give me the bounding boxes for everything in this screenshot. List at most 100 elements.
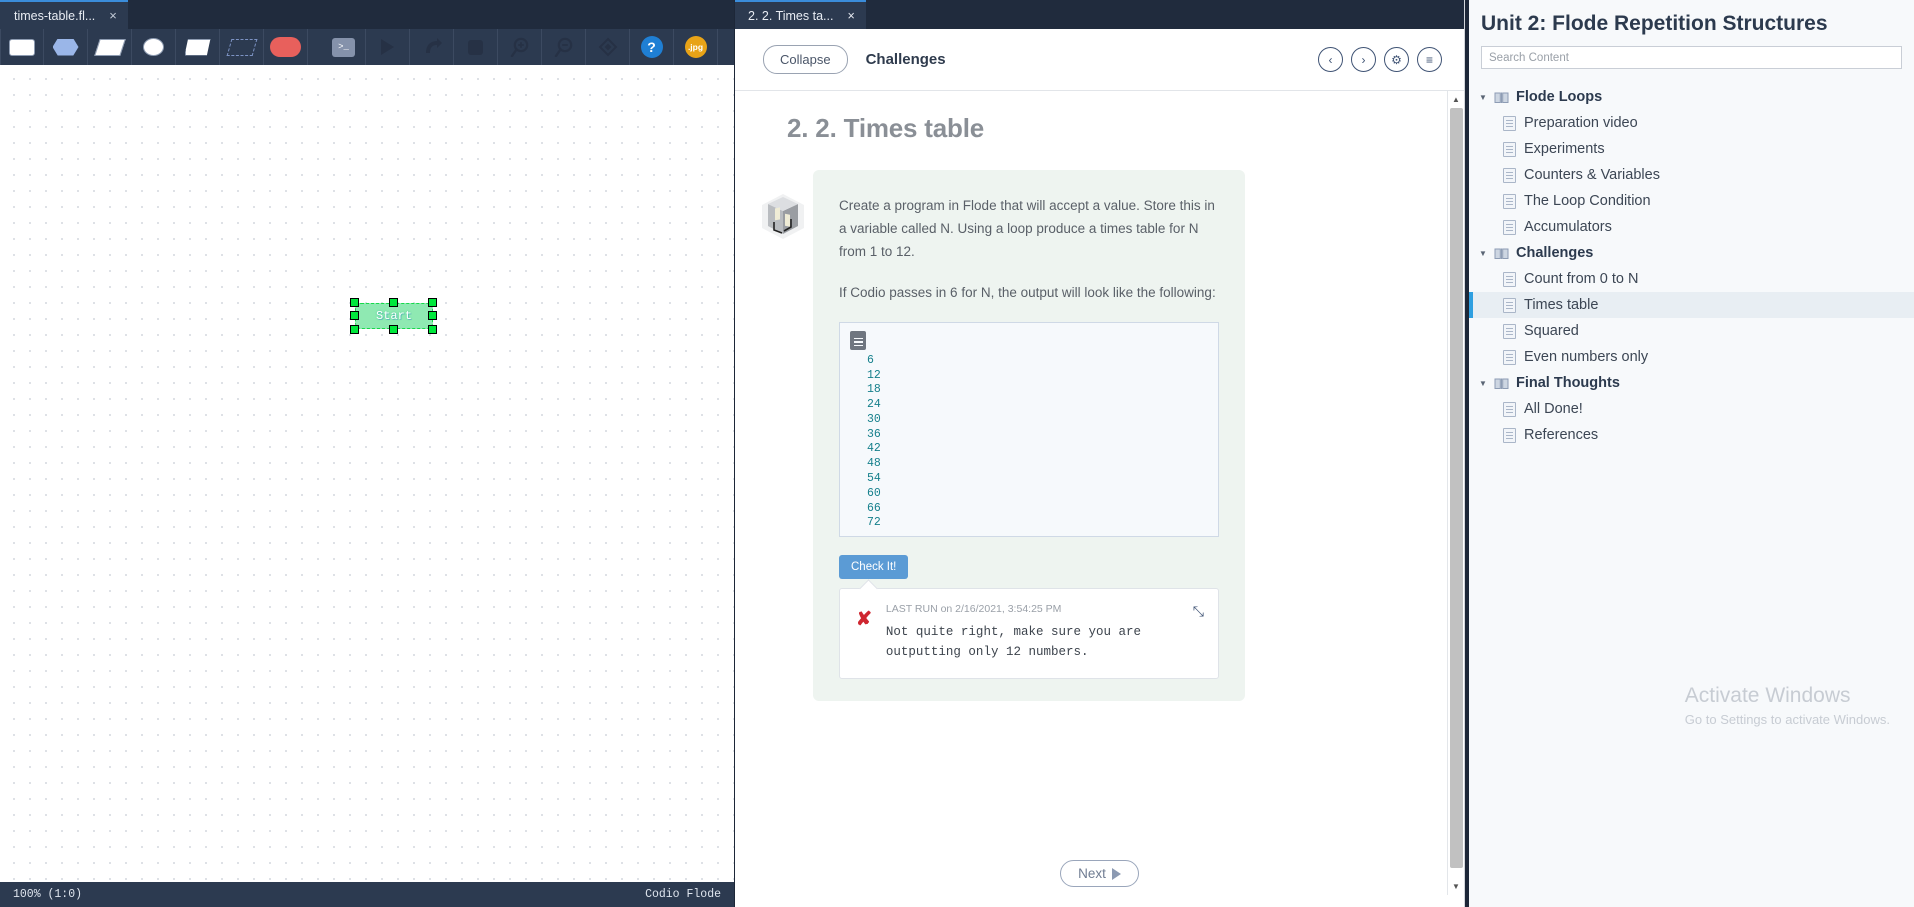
pill-shape-tool[interactable] bbox=[264, 29, 308, 65]
output-line: 42 bbox=[867, 442, 881, 456]
rectangle-icon bbox=[9, 38, 35, 56]
guide-footer: Next bbox=[735, 860, 1464, 887]
resize-handle-nw[interactable] bbox=[350, 298, 359, 307]
tree-item-experiments[interactable]: Experiments bbox=[1469, 136, 1914, 162]
trapezoid-shape-tool[interactable] bbox=[176, 29, 220, 65]
output-line: 72 bbox=[867, 516, 881, 530]
assignment-brief: Create a program in Flode that will acce… bbox=[762, 170, 1245, 702]
stop-icon bbox=[468, 39, 483, 55]
tree-item-the-loop-condition[interactable]: The Loop Condition bbox=[1469, 188, 1914, 214]
tree-item-label: Even numbers only bbox=[1524, 349, 1649, 365]
trapezoid-icon bbox=[184, 38, 211, 56]
resize-handle-w[interactable] bbox=[350, 311, 359, 320]
dashed-parallelogram-shape-tool[interactable] bbox=[220, 29, 264, 65]
tree-section-challenges[interactable]: ▼ Challenges bbox=[1469, 240, 1914, 266]
close-icon[interactable]: × bbox=[109, 9, 117, 22]
rect-shape-tool[interactable] bbox=[0, 29, 44, 65]
page-icon bbox=[1503, 401, 1516, 417]
hexagon-icon bbox=[52, 38, 79, 56]
flowchart-node-start[interactable]: Start bbox=[350, 298, 437, 334]
page-title: 2. 2. Times table bbox=[787, 113, 984, 143]
guide-lesson-tab[interactable]: 2. 2. Times ta... × bbox=[735, 0, 866, 29]
terminal-tool[interactable]: >_ bbox=[322, 29, 366, 65]
help-tool[interactable]: ? bbox=[630, 29, 674, 65]
step-arrow-icon bbox=[425, 38, 442, 53]
flode-toolbar: >_ ? .jpg bbox=[0, 29, 734, 65]
close-icon[interactable]: × bbox=[847, 9, 854, 23]
reset-zoom-tool[interactable] bbox=[586, 29, 630, 65]
scroll-up-arrow[interactable]: ▲ bbox=[1448, 91, 1464, 108]
tree-item-count-from-0-to-n[interactable]: Count from 0 to N bbox=[1469, 266, 1914, 292]
brief-paragraph-2: If Codio passes in 6 for N, the output w… bbox=[839, 284, 1216, 300]
tree-item-references[interactable]: References bbox=[1469, 422, 1914, 448]
watermark-title: Activate Windows bbox=[1684, 684, 1851, 707]
page-icon bbox=[1503, 115, 1516, 131]
resize-handle-se[interactable] bbox=[428, 325, 437, 334]
output-line: 54 bbox=[867, 472, 881, 485]
guide-section-title: Challenges bbox=[865, 51, 946, 68]
run-tool[interactable] bbox=[366, 29, 410, 65]
guide-scrollbar[interactable]: ▲ ▼ bbox=[1447, 91, 1464, 895]
flode-file-tab[interactable]: times-table.fl... × bbox=[0, 0, 128, 29]
zoom-in-tool[interactable] bbox=[498, 29, 542, 65]
tree-item-all-done[interactable]: All Done! bbox=[1469, 396, 1914, 422]
parallelogram-shape-tool[interactable] bbox=[88, 29, 132, 65]
resize-handle-e[interactable] bbox=[428, 311, 437, 320]
search-placeholder: Search Content bbox=[1489, 51, 1569, 64]
resize-handle-s[interactable] bbox=[389, 325, 398, 334]
ellipse-shape-tool[interactable] bbox=[132, 29, 176, 65]
tree-item-label: The Loop Condition bbox=[1524, 193, 1651, 209]
tree-item-times-table[interactable]: Times table bbox=[1469, 292, 1914, 318]
tree-item-preparation-video[interactable]: Preparation video bbox=[1469, 110, 1914, 136]
step-tool[interactable] bbox=[410, 29, 454, 65]
tree-item-label: Accumulators bbox=[1524, 219, 1612, 235]
expand-icon[interactable]: ⤡ bbox=[1193, 603, 1204, 620]
flowchart-canvas[interactable]: Start bbox=[0, 65, 734, 882]
parallelogram-icon bbox=[93, 38, 126, 56]
resize-handle-sw[interactable] bbox=[350, 325, 359, 334]
hexagon-shape-tool[interactable] bbox=[44, 29, 88, 65]
tree-item-accumulators[interactable]: Accumulators bbox=[1469, 214, 1914, 240]
dashed-parallelogram-icon bbox=[226, 38, 257, 56]
search-input[interactable]: Search Content bbox=[1481, 46, 1902, 69]
tree-item-counters-variables[interactable]: Counters & Variables bbox=[1469, 162, 1914, 188]
clipboard-copy-icon[interactable] bbox=[850, 330, 866, 350]
chevron-down-icon[interactable]: ▼ bbox=[1479, 379, 1493, 388]
guide-tab-label: 2. 2. Times ta... bbox=[748, 8, 834, 23]
next-button[interactable]: Next bbox=[1060, 860, 1139, 887]
course-tree: ▼ Flode Loops Preparation video Experime… bbox=[1469, 84, 1914, 448]
resize-handle-n[interactable] bbox=[389, 298, 398, 307]
tree-item-even-numbers-only[interactable]: Even numbers only bbox=[1469, 344, 1914, 370]
collapse-button[interactable]: Collapse bbox=[763, 45, 848, 74]
check-result-panel: ✘ LAST RUN on 2/16/2021, 3:54:25 PM Not … bbox=[839, 587, 1219, 680]
page-icon bbox=[1503, 297, 1516, 313]
tree-item-label: Experiments bbox=[1524, 141, 1605, 157]
settings-button[interactable]: ⚙ bbox=[1384, 47, 1409, 72]
tree-section-final-thoughts[interactable]: ▼ Final Thoughts bbox=[1469, 370, 1914, 396]
next-page-button[interactable]: › bbox=[1351, 47, 1376, 72]
flowchart-cube-icon bbox=[758, 192, 808, 245]
chevron-down-icon[interactable]: ▼ bbox=[1479, 93, 1493, 102]
scroll-down-arrow[interactable]: ▼ bbox=[1448, 878, 1464, 895]
output-line: 66 bbox=[867, 501, 881, 515]
tree-section-label: Flode Loops bbox=[1516, 89, 1603, 105]
zoom-out-tool[interactable] bbox=[542, 29, 586, 65]
page-icon bbox=[1503, 141, 1516, 157]
prev-page-button[interactable]: ‹ bbox=[1318, 47, 1343, 72]
table-of-contents-button[interactable]: ≡ bbox=[1417, 47, 1442, 72]
page-icon bbox=[1503, 271, 1516, 287]
chevron-down-icon[interactable]: ▼ bbox=[1479, 249, 1493, 258]
diamond-icon bbox=[598, 37, 617, 57]
check-it-button[interactable]: Check It! bbox=[839, 554, 909, 579]
tree-section-flode-loops[interactable]: ▼ Flode Loops bbox=[1469, 84, 1914, 110]
tree-item-label: Preparation video bbox=[1524, 115, 1638, 131]
resize-handle-ne[interactable] bbox=[428, 298, 437, 307]
result-text-block: LAST RUN on 2/16/2021, 3:54:25 PM Not qu… bbox=[886, 603, 1166, 663]
avatar-tool[interactable]: .jpg bbox=[674, 29, 718, 65]
help-icon: ? bbox=[640, 36, 663, 58]
stop-tool[interactable] bbox=[454, 29, 498, 65]
tree-item-label: Counters & Variables bbox=[1524, 167, 1660, 183]
tree-section-label: Final Thoughts bbox=[1516, 375, 1620, 391]
tree-item-squared[interactable]: Squared bbox=[1469, 318, 1914, 344]
scrollbar-thumb[interactable] bbox=[1450, 108, 1463, 868]
